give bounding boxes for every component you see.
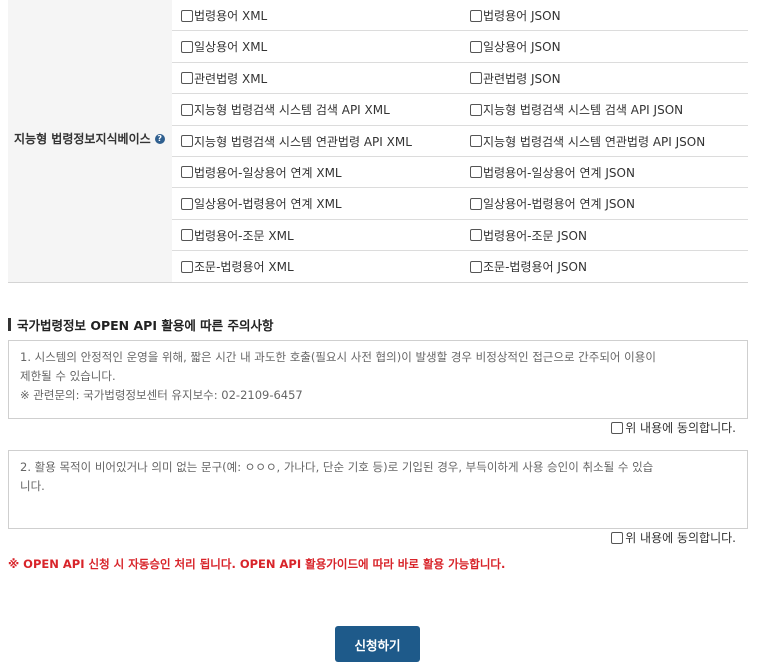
option-rows: 법령용어 XML 법령용어 JSON 일상용어 XML 일상용어 JSON 관련법령 X… bbox=[172, 0, 748, 283]
checkbox[interactable] bbox=[181, 260, 193, 273]
table-row: 지능형 법령검색 시스템 검색 API XML 지능형 법령검색 시스템 검색 A… bbox=[172, 94, 748, 126]
table-row: 법령용어-조문 XML 법령용어-조문 JSON bbox=[172, 220, 748, 252]
checkbox[interactable] bbox=[181, 72, 193, 85]
api-option-left[interactable]: 지능형 법령검색 시스템 연관법령 API XML bbox=[181, 126, 412, 157]
checkbox[interactable] bbox=[181, 40, 193, 53]
api-option-right[interactable]: 일상용어 JSON bbox=[470, 31, 561, 62]
api-option-label: 조문-법령용어 JSON bbox=[483, 260, 587, 275]
api-option-left[interactable]: 일상용어 XML bbox=[181, 31, 267, 62]
notice-section-title: 국가법령정보 OPEN API 활용에 따른 주의사항 bbox=[8, 317, 274, 333]
table-row: 관련법령 XML 관련법령 JSON bbox=[172, 63, 748, 95]
checkbox[interactable] bbox=[181, 166, 193, 179]
notice-box-1: 1. 시스템의 안정적인 운영을 위해, 짧은 시간 내 과도한 호출(필요시 … bbox=[8, 340, 748, 419]
table-row: 일상용어-법령용어 연계 XML 일상용어-법령용어 연계 JSON bbox=[172, 188, 748, 220]
api-option-label: 지능형 법령검색 시스템 연관법령 API XML bbox=[194, 134, 412, 149]
api-option-right[interactable]: 조문-법령용어 JSON bbox=[470, 251, 587, 282]
checkbox[interactable] bbox=[181, 229, 193, 242]
api-option-label: 관련법령 JSON bbox=[483, 71, 561, 86]
checkbox[interactable] bbox=[470, 103, 482, 116]
notice-box-2: 2. 활용 목적이 비어있거나 의미 없는 문구(예: ㅇㅇㅇ, 가나다, 단순… bbox=[8, 450, 748, 529]
api-option-right[interactable]: 법령용어-조문 JSON bbox=[470, 220, 587, 251]
notice-1-contact-line: ※ 관련문의: 국가법령정보센터 유지보수: 02-2109-6457 bbox=[20, 388, 303, 402]
table-header-cell: 지능형 법령정보지식베이스 ? bbox=[8, 0, 172, 282]
checkbox[interactable] bbox=[611, 531, 624, 544]
checkbox[interactable] bbox=[181, 135, 193, 148]
api-option-label: 법령용어-일상용어 연계 JSON bbox=[483, 165, 635, 180]
api-option-left[interactable]: 법령용어-조문 XML bbox=[181, 220, 294, 251]
api-option-right[interactable]: 지능형 법령검색 시스템 연관법령 API JSON bbox=[470, 126, 705, 157]
api-option-label: 법령용어-일상용어 연계 XML bbox=[194, 165, 342, 180]
api-option-label: 법령용어-조문 XML bbox=[194, 228, 294, 243]
checkbox[interactable] bbox=[181, 103, 193, 116]
checkbox[interactable] bbox=[470, 229, 482, 242]
api-option-right[interactable]: 지능형 법령검색 시스템 검색 API JSON bbox=[470, 94, 683, 125]
table-row: 일상용어 XML 일상용어 JSON bbox=[172, 31, 748, 63]
api-option-label: 지능형 법령검색 시스템 연관법령 API JSON bbox=[483, 134, 706, 149]
api-option-label: 지능형 법령검색 시스템 검색 API XML bbox=[194, 103, 390, 118]
checkbox[interactable] bbox=[470, 72, 482, 85]
api-option-label: 법령용어 JSON bbox=[483, 9, 561, 23]
api-option-right[interactable]: 법령용어-일상용어 연계 JSON bbox=[470, 157, 635, 188]
api-option-left[interactable]: 관련법령 XML bbox=[181, 63, 267, 94]
api-option-label: 법령용어 XML bbox=[194, 9, 268, 23]
submit-button[interactable]: 신청하기 bbox=[335, 626, 420, 662]
api-option-label: 조문-법령용어 XML bbox=[194, 260, 294, 275]
checkbox[interactable] bbox=[470, 197, 482, 210]
api-option-left[interactable]: 법령용어-일상용어 연계 XML bbox=[181, 157, 342, 188]
notice-2-line: 니다. bbox=[20, 479, 45, 493]
checkbox[interactable] bbox=[470, 135, 482, 148]
agree-checkbox-2[interactable]: 위 내용에 동의합니다. bbox=[611, 529, 736, 546]
auto-approval-warning: ※ OPEN API 신청 시 자동승인 처리 됩니다. OPEN API 활용… bbox=[8, 557, 506, 571]
help-icon[interactable]: ? bbox=[154, 133, 165, 144]
api-option-right[interactable]: 법령용어 JSON bbox=[470, 0, 561, 31]
api-option-left[interactable]: 일상용어-법령용어 연계 XML bbox=[181, 188, 342, 219]
api-option-label: 관련법령 XML bbox=[194, 71, 268, 86]
api-option-left[interactable]: 지능형 법령검색 시스템 검색 API XML bbox=[181, 94, 390, 125]
table-row: 법령용어 XML 법령용어 JSON bbox=[172, 0, 748, 32]
checkbox[interactable] bbox=[181, 197, 193, 210]
table-row: 법령용어-일상용어 연계 XML 법령용어-일상용어 연계 JSON bbox=[172, 157, 748, 189]
table-row: 지능형 법령검색 시스템 연관법령 API XML 지능형 법령검색 시스템 연관… bbox=[172, 126, 748, 157]
api-option-label: 일상용어-법령용어 연계 JSON bbox=[483, 197, 635, 212]
api-option-label: 지능형 법령검색 시스템 검색 API JSON bbox=[483, 103, 684, 118]
table-row: 조문-법령용어 XML 조문-법령용어 JSON bbox=[172, 251, 748, 282]
api-option-left[interactable]: 조문-법령용어 XML bbox=[181, 251, 294, 282]
title-bar bbox=[8, 317, 11, 331]
api-option-right[interactable]: 일상용어-법령용어 연계 JSON bbox=[470, 188, 635, 219]
agree-checkbox-1[interactable]: 위 내용에 동의합니다. bbox=[611, 419, 736, 436]
checkbox[interactable] bbox=[181, 9, 193, 22]
notice-title-text: 국가법령정보 OPEN API 활용에 따른 주의사항 bbox=[17, 317, 274, 333]
table-header-label: 지능형 법령정보지식베이스 ? bbox=[14, 130, 165, 147]
agree-label: 위 내용에 동의합니다. bbox=[625, 421, 736, 435]
notice-1-line: 1. 시스템의 안정적인 운영을 위해, 짧은 시간 내 과도한 호출(필요시 … bbox=[20, 350, 656, 364]
checkbox[interactable] bbox=[470, 40, 482, 53]
notice-1-line: 제한될 수 있습니다. bbox=[20, 369, 116, 383]
notice-2-line: 2. 활용 목적이 비어있거나 의미 없는 문구(예: ㅇㅇㅇ, 가나다, 단순… bbox=[20, 460, 654, 474]
api-option-label: 일상용어 XML bbox=[194, 40, 268, 55]
api-selection-table: 지능형 법령정보지식베이스 ? 법령용어 XML 법령용어 JSON 일상용어 XM… bbox=[8, 0, 748, 283]
api-option-right[interactable]: 관련법령 JSON bbox=[470, 63, 561, 94]
agree-label: 위 내용에 동의합니다. bbox=[625, 531, 736, 545]
api-option-label: 일상용어-법령용어 연계 XML bbox=[194, 197, 342, 212]
checkbox[interactable] bbox=[470, 166, 482, 179]
checkbox[interactable] bbox=[611, 421, 624, 434]
api-option-label: 일상용어 JSON bbox=[483, 40, 561, 55]
checkbox[interactable] bbox=[470, 9, 482, 22]
api-option-label: 법령용어-조문 JSON bbox=[483, 228, 587, 243]
api-option-left[interactable]: 법령용어 XML bbox=[181, 0, 267, 31]
checkbox[interactable] bbox=[470, 260, 482, 273]
table-header-text: 지능형 법령정보지식베이스 bbox=[14, 132, 151, 146]
